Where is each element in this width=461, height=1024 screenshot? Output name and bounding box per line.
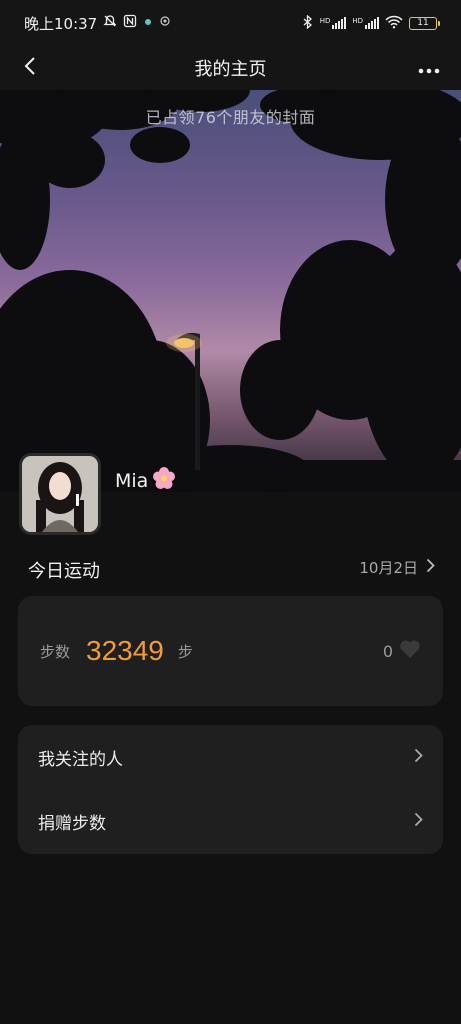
cover-photo[interactable]: 已占领76个朋友的封面 (0, 90, 461, 492)
steps-unit: 步 (177, 642, 193, 661)
section-title-today: 今日运动 (28, 561, 100, 582)
cover-caption: 已占领76个朋友的封面 (145, 108, 316, 127)
signal-1-label: HD (319, 17, 331, 25)
signal-2-icon: HD (352, 17, 379, 29)
username: Mia (115, 466, 176, 495)
username-text: Mia (115, 469, 149, 492)
avatar-image (22, 456, 98, 532)
back-arrow-icon (23, 56, 37, 80)
battery-icon: 11 (409, 16, 440, 30)
flower-emoji-icon (152, 466, 176, 495)
status-bar: 晚上10:37 HD HD 11 (0, 0, 461, 46)
steps-label: 步数 (40, 642, 71, 661)
heart-icon (399, 639, 421, 663)
nfc-icon (123, 14, 137, 32)
menu-item-donate-steps[interactable]: 捐赠步数 (18, 789, 443, 853)
cover-scenery-image (0, 90, 461, 492)
chevron-right-icon (414, 812, 423, 831)
battery-level: 11 (417, 18, 429, 28)
bluetooth-icon (302, 14, 314, 32)
menu-item-following[interactable]: 我关注的人 (18, 725, 443, 789)
like-count: 0 (382, 641, 393, 661)
steps-value: 32349 (86, 635, 164, 666)
page-title: 我的主页 (194, 59, 267, 80)
date-selector[interactable]: 10月2日 (359, 557, 435, 578)
steps-card[interactable]: 步数 32349 步 0 (18, 596, 443, 706)
more-button[interactable] (415, 54, 443, 82)
nav-bar: 我的主页 (0, 46, 461, 90)
chevron-right-icon (414, 748, 423, 767)
menu-item-label: 我关注的人 (38, 749, 123, 770)
like-button[interactable]: 0 (383, 639, 421, 663)
wifi-icon (385, 15, 403, 32)
app-dot-icon (143, 16, 153, 31)
back-button[interactable] (16, 54, 44, 82)
app-notify-icon (159, 15, 171, 31)
signal-1-icon: HD (320, 17, 347, 29)
date-text: 10月2日 (359, 559, 418, 577)
status-time: 晚上10:37 (24, 14, 98, 33)
mute-bell-icon (103, 14, 117, 32)
menu-item-label: 捐赠步数 (38, 813, 106, 834)
signal-2-label: HD (352, 17, 363, 25)
chevron-right-icon (426, 558, 435, 577)
avatar[interactable] (19, 453, 101, 535)
menu-card: 我关注的人 捐赠步数 (18, 725, 443, 854)
more-dots-icon (418, 59, 440, 78)
